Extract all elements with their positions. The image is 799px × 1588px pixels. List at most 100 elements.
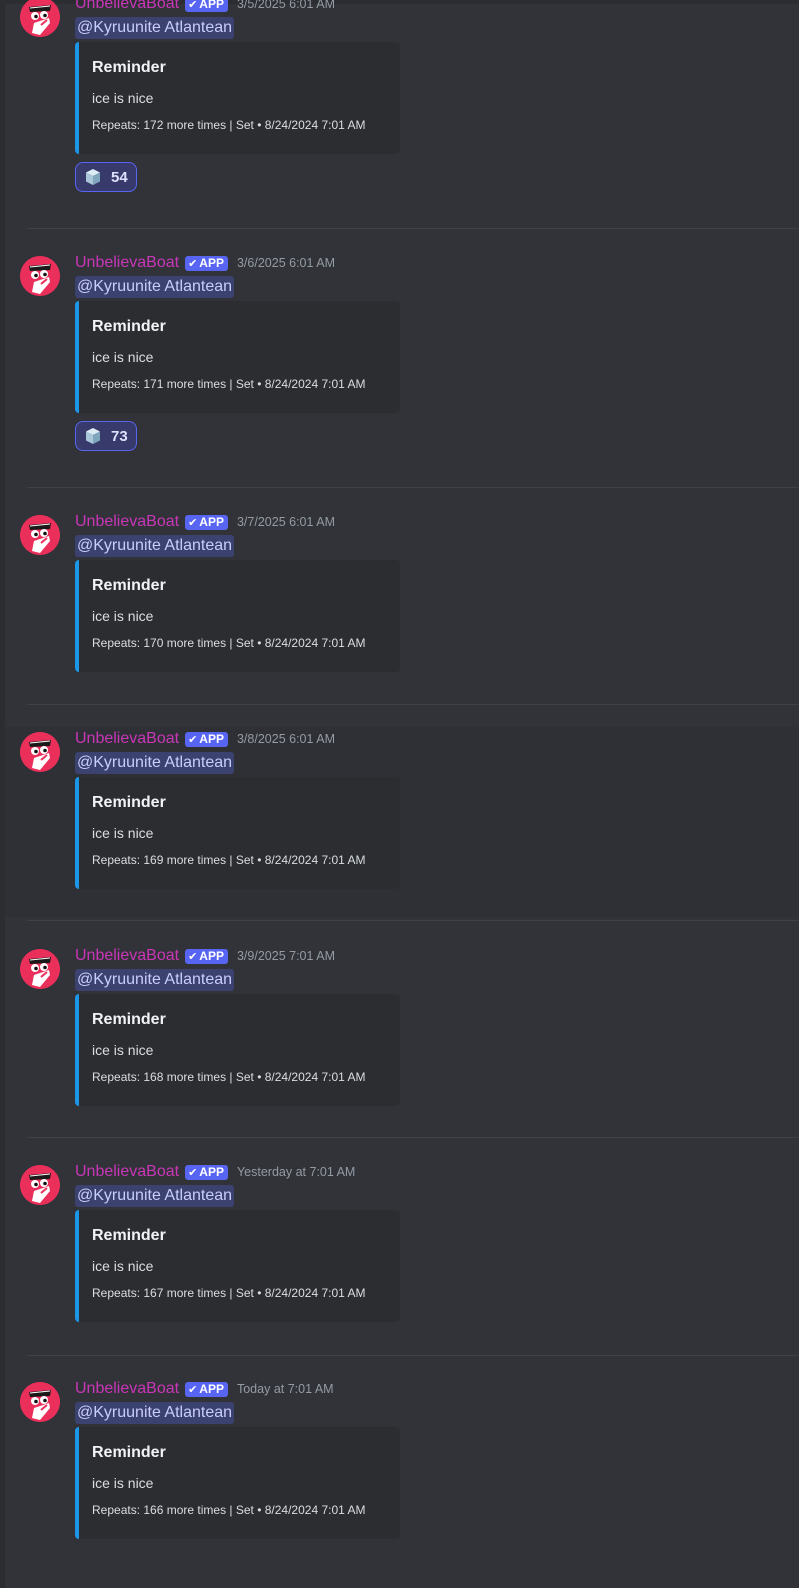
reaction-count: 54 [111,168,128,186]
app-badge-label: APP [199,1382,224,1396]
user-mention[interactable]: @Kyruunite Atlantean [75,969,235,991]
verified-check-icon: ✔ [188,733,198,746]
author-name[interactable]: UnbelievaBoat [75,1163,179,1181]
message-divider [27,1355,799,1356]
message-divider [27,920,799,921]
reaction-button[interactable]: 73 [75,421,137,451]
embed-footer: Repeats: 172 more times | Set • 8/24/202… [92,118,366,132]
app-badge: ✔ APP [185,1381,228,1397]
embed-title: Reminder [92,1227,166,1244]
author-name[interactable]: UnbelievaBoat [75,730,179,748]
app-badge-label: APP [199,256,224,270]
bot-avatar[interactable] [20,515,60,555]
message-divider [27,228,799,229]
app-badge-label: APP [199,949,224,963]
verified-check-icon: ✔ [188,1383,198,1396]
reaction-count: 73 [111,427,128,445]
author-name[interactable]: UnbelievaBoat [75,513,179,531]
message-timestamp[interactable]: 3/6/2025 6:01 AM [237,256,335,270]
message[interactable]: UnbelievaBoat ✔ APP 3/5/2025 6:01 AM @Kyr… [5,0,799,212]
message[interactable]: UnbelievaBoat ✔ APP Yesterday at 7:01 AM … [5,1160,799,1350]
reminder-embed: Reminder ice is nice Repeats: 170 more t… [75,560,400,672]
app-badge: ✔ APP [185,1164,228,1180]
embed-title: Reminder [92,1444,166,1461]
message[interactable]: UnbelievaBoat ✔ APP 3/8/2025 6:01 AM @Kyr… [5,727,799,917]
reminder-embed: Reminder ice is nice Repeats: 171 more t… [75,301,400,413]
user-mention[interactable]: @Kyruunite Atlantean [75,1402,235,1424]
message-timestamp[interactable]: Yesterday at 7:01 AM [237,1165,355,1179]
embed-description: ice is nice [92,1475,154,1491]
app-badge-label: APP [199,0,224,11]
app-badge: ✔ APP [185,948,228,964]
app-badge: ✔ APP [185,731,228,747]
message-header: UnbelievaBoat ✔ APP 3/6/2025 6:01 AM [75,252,335,274]
embed-description: ice is nice [92,825,154,841]
app-badge: ✔ APP [185,514,228,530]
user-mention[interactable]: @Kyruunite Atlantean [75,276,235,298]
embed-title: Reminder [92,794,166,811]
reminder-embed: Reminder ice is nice Repeats: 169 more t… [75,777,400,889]
message-timestamp[interactable]: 3/5/2025 6:01 AM [237,0,335,11]
message[interactable]: UnbelievaBoat ✔ APP 3/6/2025 6:01 AM @Kyr… [5,251,799,471]
verified-check-icon: ✔ [188,1166,198,1179]
message-header: UnbelievaBoat ✔ APP 3/7/2025 6:01 AM [75,511,335,533]
embed-footer: Repeats: 167 more times | Set • 8/24/202… [92,1286,366,1300]
reminder-embed: Reminder ice is nice Repeats: 166 more t… [75,1427,400,1539]
author-name[interactable]: UnbelievaBoat [75,0,179,13]
message[interactable]: UnbelievaBoat ✔ APP 3/7/2025 6:01 AM @Kyr… [5,510,799,700]
reminder-embed: Reminder ice is nice Repeats: 168 more t… [75,994,400,1106]
app-badge: ✔ APP [185,255,228,271]
embed-description: ice is nice [92,1258,154,1274]
message-header: UnbelievaBoat ✔ APP 3/9/2025 7:01 AM [75,945,335,967]
embed-description: ice is nice [92,1042,154,1058]
embed-title: Reminder [92,1011,166,1028]
user-mention[interactable]: @Kyruunite Atlantean [75,17,235,39]
bot-avatar[interactable] [20,1165,60,1205]
message-header: UnbelievaBoat ✔ APP 3/5/2025 6:01 AM [75,0,335,15]
message-divider [27,487,799,488]
embed-title: Reminder [92,59,166,76]
app-badge: ✔ APP [185,0,228,12]
message-divider [27,704,799,705]
message-divider [27,1137,799,1138]
embed-description: ice is nice [92,90,154,106]
bot-avatar[interactable] [20,256,60,296]
message[interactable]: UnbelievaBoat ✔ APP Today at 7:01 AM @Kyr… [5,1377,799,1567]
reminder-embed: Reminder ice is nice Repeats: 172 more t… [75,42,400,154]
message-timestamp[interactable]: 3/8/2025 6:01 AM [237,732,335,746]
user-mention[interactable]: @Kyruunite Atlantean [75,752,235,774]
author-name[interactable]: UnbelievaBoat [75,1380,179,1398]
reaction-button[interactable]: 54 [75,162,137,192]
message-header: UnbelievaBoat ✔ APP Today at 7:01 AM [75,1378,334,1400]
bot-avatar[interactable] [20,732,60,772]
verified-check-icon: ✔ [188,257,198,270]
message[interactable]: UnbelievaBoat ✔ APP 3/9/2025 7:01 AM @Kyr… [5,944,799,1134]
embed-title: Reminder [92,577,166,594]
ice-cube-icon [84,168,102,186]
app-badge-label: APP [199,515,224,529]
message-timestamp[interactable]: Today at 7:01 AM [237,1382,334,1396]
embed-footer: Repeats: 170 more times | Set • 8/24/202… [92,636,366,650]
bot-avatar[interactable] [20,949,60,989]
embed-description: ice is nice [92,349,154,365]
embed-footer: Repeats: 166 more times | Set • 8/24/202… [92,1503,366,1517]
ice-cube-icon [84,427,102,445]
message-timestamp[interactable]: 3/9/2025 7:01 AM [237,949,335,963]
author-name[interactable]: UnbelievaBoat [75,254,179,272]
embed-footer: Repeats: 169 more times | Set • 8/24/202… [92,853,366,867]
verified-check-icon: ✔ [188,0,198,11]
user-mention[interactable]: @Kyruunite Atlantean [75,535,235,557]
user-mention[interactable]: @Kyruunite Atlantean [75,1185,235,1207]
author-name[interactable]: UnbelievaBoat [75,947,179,965]
reminder-embed: Reminder ice is nice Repeats: 167 more t… [75,1210,400,1322]
bot-avatar[interactable] [20,1382,60,1422]
bot-avatar[interactable] [20,0,60,37]
verified-check-icon: ✔ [188,950,198,963]
verified-check-icon: ✔ [188,516,198,529]
message-feed: UnbelievaBoat ✔ APP 3/5/2025 6:01 AM @Kyr… [5,0,799,1588]
message-header: UnbelievaBoat ✔ APP 3/8/2025 6:01 AM [75,728,335,750]
embed-description: ice is nice [92,608,154,624]
message-header: UnbelievaBoat ✔ APP Yesterday at 7:01 AM [75,1161,355,1183]
app-badge-label: APP [199,1165,224,1179]
message-timestamp[interactable]: 3/7/2025 6:01 AM [237,515,335,529]
